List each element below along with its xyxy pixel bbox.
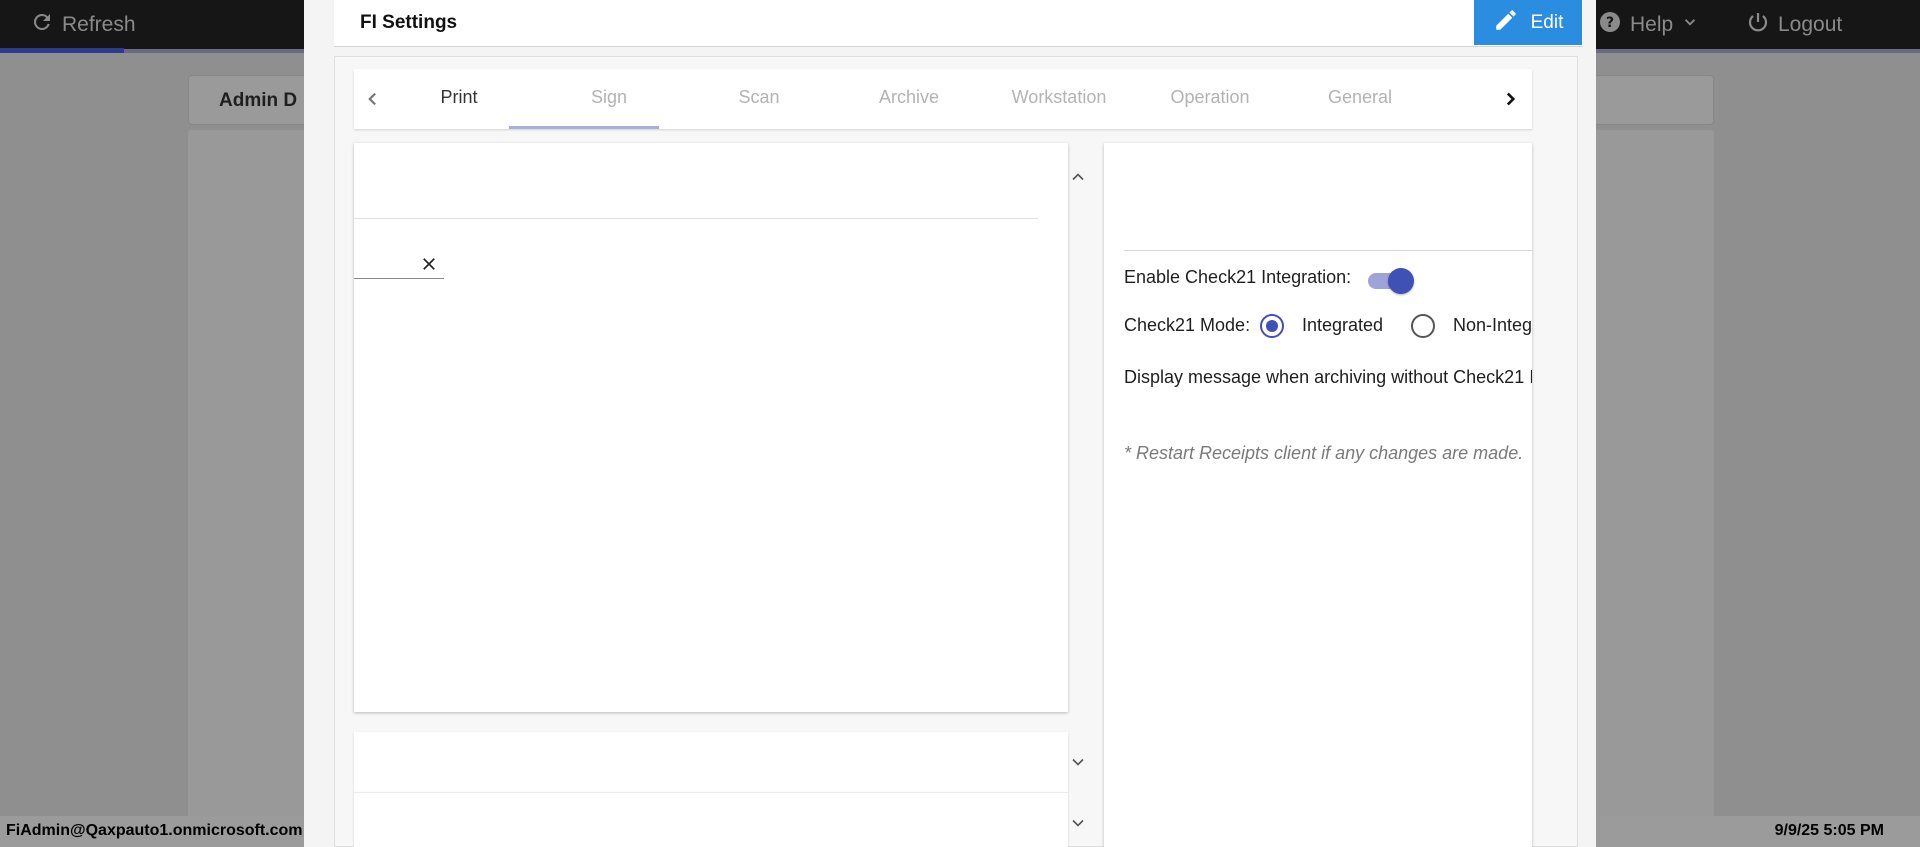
status-datetime: 9/9/25 5:05 PM xyxy=(1774,822,1884,839)
help-circle-icon: ? xyxy=(1598,10,1622,40)
accordion-row[interactable] xyxy=(354,732,1084,792)
admin-dashboard-title: Admin D xyxy=(219,90,298,111)
tab-scroll-right-button[interactable] xyxy=(1497,86,1523,112)
tab-workstation[interactable]: Workstation xyxy=(984,87,1134,108)
text-input-field[interactable] xyxy=(354,251,444,279)
tab-print[interactable]: Print xyxy=(384,87,534,108)
chevron-down-icon xyxy=(1068,813,1088,833)
edit-label: Edit xyxy=(1530,11,1564,33)
toggle-knob xyxy=(1388,268,1414,294)
tab-general[interactable]: General xyxy=(1285,87,1435,108)
restart-note: * Restart Receipts client if any changes… xyxy=(1124,443,1524,463)
enable-check21-toggle[interactable] xyxy=(1368,267,1414,294)
modal-header: FI Settings Edit xyxy=(334,0,1582,47)
tab-operation[interactable]: Operation xyxy=(1135,87,1285,108)
radio-non-integrated-label: Non-Integ xyxy=(1453,315,1532,335)
chevron-right-icon xyxy=(1497,92,1523,116)
pencil-icon xyxy=(1493,7,1519,39)
help-label: Help xyxy=(1630,13,1674,36)
help-menu-button[interactable]: ? Help xyxy=(1598,10,1699,40)
logout-button[interactable]: Logout xyxy=(1746,10,1842,40)
check21-mode-label: Check21 Mode: xyxy=(1124,315,1251,335)
chevron-down-icon xyxy=(1068,752,1088,772)
power-icon xyxy=(1746,10,1770,40)
fi-settings-modal: FI Settings Edit Print Sign Scan Archive… xyxy=(304,0,1596,847)
tab-scan[interactable]: Scan xyxy=(684,87,834,108)
chevron-up-icon xyxy=(1068,173,1088,191)
section-divider xyxy=(354,218,1038,219)
logout-label: Logout xyxy=(1778,13,1843,36)
refresh-label: Refresh xyxy=(62,13,136,36)
left-settings-card xyxy=(354,143,1084,712)
check21-settings-card: Enable Check21 Integration: Check21 Mode… xyxy=(1104,143,1532,847)
refresh-icon xyxy=(30,10,54,40)
close-icon[interactable] xyxy=(420,255,438,273)
refresh-button[interactable]: Refresh xyxy=(30,10,136,40)
tab-scroll-left-button[interactable] xyxy=(360,86,386,112)
settings-tabs: Print Sign Scan Archive Workstation Oper… xyxy=(354,69,1532,129)
display-message-label: Display message when archiving without C… xyxy=(1124,367,1532,387)
chevron-left-icon xyxy=(360,92,386,116)
enable-check21-label: Enable Check21 Integration: xyxy=(1124,267,1352,287)
svg-text:?: ? xyxy=(1606,15,1614,31)
accordion-row[interactable] xyxy=(354,792,1084,847)
status-user: FiAdmin@Qaxpauto1.onmicrosoft.com xyxy=(6,822,303,839)
radio-integrated-label: Integrated xyxy=(1302,315,1384,335)
collapse-panel-button[interactable] xyxy=(1068,167,1088,187)
radio-integrated[interactable] xyxy=(1260,314,1284,338)
edit-button[interactable]: Edit xyxy=(1474,0,1582,45)
tab-archive[interactable]: Archive xyxy=(834,87,984,108)
chevron-down-icon xyxy=(1681,13,1699,37)
tab-active-indicator xyxy=(509,126,659,129)
tab-sign[interactable]: Sign xyxy=(534,87,684,108)
section-divider xyxy=(1124,250,1532,251)
radio-non-integrated[interactable] xyxy=(1411,314,1435,338)
modal-title: FI Settings xyxy=(360,12,458,33)
